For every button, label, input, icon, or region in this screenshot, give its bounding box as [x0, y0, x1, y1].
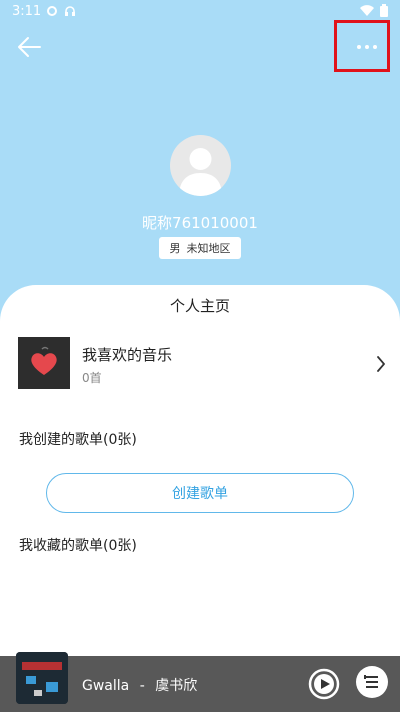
favorite-count: 0首 [82, 371, 102, 385]
more-dots-icon [357, 45, 377, 49]
playlist-button[interactable] [356, 666, 388, 698]
back-arrow-icon [18, 37, 41, 57]
song-separator: - [139, 678, 145, 694]
gender-label: 男 [169, 242, 181, 255]
profile-tags: 男 未知地区 [159, 237, 241, 259]
status-notification-icons [46, 5, 76, 17]
mini-player[interactable]: Gwalla - 虞书欣 [0, 652, 400, 712]
battery-icon [380, 4, 388, 17]
song-artist: 虞书欣 [155, 678, 198, 694]
chevron-right-icon [377, 356, 385, 372]
player-album-cover[interactable] [16, 652, 68, 704]
default-user-icon [179, 148, 222, 196]
nickname: 昵称761010001 [142, 214, 258, 232]
card-title: 个人主页 [169, 297, 230, 315]
settings-icon [47, 6, 57, 16]
heart-cover-icon [18, 337, 70, 389]
headphones-icon [65, 6, 75, 16]
create-playlist-button[interactable]: 创建歌单 [46, 473, 354, 513]
wifi-icon [360, 4, 374, 16]
avatar[interactable] [170, 135, 231, 196]
album-art-icon [16, 652, 68, 704]
song-title: Gwalla [82, 678, 130, 694]
play-button[interactable] [308, 668, 340, 700]
playlist-icon [364, 675, 378, 688]
status-time: 3:11 [12, 4, 42, 19]
created-playlists-heading: 我创建的歌单(0张) [19, 432, 137, 448]
region-label: 未知地区 [186, 242, 231, 255]
back-button[interactable] [12, 32, 46, 62]
more-options-button[interactable] [334, 20, 390, 72]
favorite-music-row[interactable]: 我喜欢的音乐 0首 [0, 337, 400, 397]
collected-playlists-heading: 我收藏的歌单(0张) [19, 538, 137, 554]
favorite-cover [18, 337, 70, 389]
favorite-title: 我喜欢的音乐 [82, 346, 173, 364]
now-playing-text: Gwalla - 虞书欣 [82, 675, 197, 695]
profile-card: 个人主页 我喜欢的音乐 0首 我创建的歌单(0张) 创建歌单 我收藏的歌单(0张… [0, 285, 400, 712]
